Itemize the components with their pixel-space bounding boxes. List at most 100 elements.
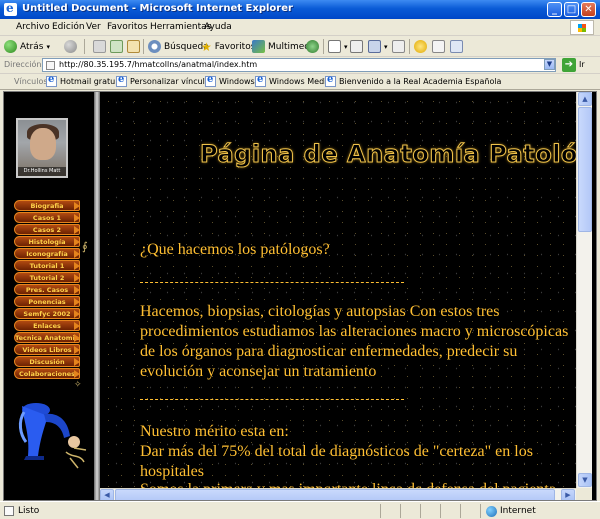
tools-icon bbox=[450, 40, 463, 53]
link-hotmail[interactable]: Hotmail gratuito bbox=[46, 74, 125, 87]
nav-casos-2[interactable]: Casos 2 bbox=[14, 224, 80, 235]
address-bar: Dirección http://80.35.195.7/hmatcollns/… bbox=[0, 57, 600, 74]
ie-page-icon bbox=[255, 74, 266, 87]
dashed-separator bbox=[140, 282, 404, 283]
nav-histologia[interactable]: Histología bbox=[14, 236, 80, 247]
menu-bar: Archivo Edición Ver Favoritos Herramient… bbox=[0, 19, 600, 36]
discuss-icon bbox=[392, 40, 405, 53]
close-button[interactable]: ✕ bbox=[581, 2, 596, 17]
menu-ver[interactable]: Ver bbox=[86, 22, 101, 32]
nav-enlaces[interactable]: Enlaces bbox=[14, 320, 80, 331]
nav-semfyc-2002[interactable]: Semfyc 2002 bbox=[14, 308, 80, 319]
favorites-button[interactable]: ★ Favoritos bbox=[201, 39, 255, 54]
print-button[interactable] bbox=[350, 39, 363, 54]
status-text: Listo bbox=[18, 506, 40, 516]
paragraph-1-line-3: de los órganos para diagnosticar enferme… bbox=[140, 343, 518, 360]
back-button[interactable]: Atrás ▾ bbox=[4, 39, 50, 54]
paragraph-2-line-2: Dar más del 75% del total de diagnóstico… bbox=[140, 443, 533, 460]
history-button[interactable] bbox=[306, 39, 319, 54]
nav-colaboraciones[interactable]: Colaboraciones bbox=[14, 368, 80, 379]
stop-button[interactable] bbox=[93, 39, 106, 54]
star-icon: ★ bbox=[201, 39, 212, 54]
discuss-button[interactable] bbox=[392, 39, 405, 54]
go-label[interactable]: Ir bbox=[579, 60, 585, 69]
edit-icon bbox=[368, 40, 381, 53]
refresh-button[interactable] bbox=[110, 39, 123, 54]
paragraph-1-line-4: evolución y aconsejar un tratamiento bbox=[140, 363, 377, 380]
menu-archivo[interactable]: Archivo bbox=[16, 22, 50, 32]
vertical-scroll-thumb[interactable] bbox=[578, 107, 592, 232]
scroll-left-icon[interactable]: ◀ bbox=[100, 489, 114, 500]
dashed-separator bbox=[140, 399, 404, 400]
nav-iconografia[interactable]: Iconografía bbox=[14, 248, 80, 259]
menu-favoritos[interactable]: Favoritos bbox=[107, 22, 148, 32]
title-bar[interactable]: Untitled Document - Microsoft Internet E… bbox=[0, 0, 600, 19]
forward-button[interactable] bbox=[64, 39, 77, 54]
mail-button[interactable]: ▾ bbox=[328, 39, 348, 54]
nav-tutorial-2[interactable]: Tutorial 2 bbox=[14, 272, 80, 283]
vertical-scrollbar[interactable]: ▲ ▼ bbox=[576, 92, 592, 488]
paragraph-1-line-1: Hacemos, biopsias, citologías y autopsia… bbox=[140, 303, 500, 320]
question-heading: ¿Que hacemos los patólogos? bbox=[140, 241, 330, 258]
tools-button[interactable] bbox=[450, 39, 463, 54]
print-icon bbox=[350, 40, 363, 53]
nav-discusion[interactable]: Discusión bbox=[14, 356, 80, 367]
page-done-icon bbox=[4, 506, 14, 516]
research-button[interactable] bbox=[432, 39, 445, 54]
nav-tutorial-1[interactable]: Tutorial 1 bbox=[14, 260, 80, 271]
nav-pres-casos[interactable]: Pres. Casos bbox=[14, 284, 80, 295]
status-bar: Listo Internet bbox=[0, 501, 600, 519]
search-button[interactable]: Búsqueda bbox=[148, 39, 209, 54]
links-label: Vínculos bbox=[14, 77, 48, 86]
scroll-up-icon[interactable]: ▲ bbox=[578, 92, 592, 106]
menu-herramientas[interactable]: Herramientas bbox=[150, 22, 211, 32]
mail-icon bbox=[328, 40, 341, 53]
link-windows-media[interactable]: Windows Media bbox=[255, 74, 331, 87]
ie-page-icon bbox=[46, 74, 57, 87]
page-title: Página de Anatomía Patológica bbox=[200, 140, 576, 169]
home-button[interactable] bbox=[127, 39, 140, 54]
nav-videos-libros[interactable]: Videos Libros bbox=[14, 344, 80, 355]
link-personalizar[interactable]: Personalizar vínculos bbox=[116, 74, 214, 87]
nav-ponencias[interactable]: Ponencias bbox=[14, 296, 80, 307]
page-icon bbox=[46, 61, 55, 70]
windows-logo-icon bbox=[570, 20, 594, 35]
stop-icon bbox=[93, 40, 106, 53]
address-dropdown-icon[interactable]: ▼ bbox=[544, 59, 555, 70]
messenger-icon bbox=[414, 40, 427, 53]
messenger-button[interactable] bbox=[414, 39, 427, 54]
nav-tecnica-anatomia[interactable]: Tecnica Anatomia bbox=[14, 332, 80, 343]
author-photo[interactable]: Dr.Hollins Matt bbox=[16, 118, 68, 178]
toolbar: Atrás ▾ Búsqueda ★ Favoritos Multimedia … bbox=[0, 36, 600, 57]
address-input[interactable]: http://80.35.195.7/hmatcollns/anatmal/in… bbox=[42, 58, 556, 72]
page-viewport: Dr.Hollins Matt Biografia Casos 1 Casos … bbox=[3, 91, 597, 501]
paragraph-2-line-4: Somos la primera y mas importante linea … bbox=[140, 480, 556, 488]
menu-ayuda[interactable]: Ayuda bbox=[204, 22, 232, 32]
history-icon bbox=[306, 40, 319, 53]
scroll-down-icon[interactable]: ▼ bbox=[578, 473, 592, 487]
links-bar: Vínculos Hotmail gratuito Personalizar v… bbox=[0, 74, 600, 90]
main-content: Página de Anatomía Patológica ¿Que hacem… bbox=[100, 92, 576, 488]
menu-edicion[interactable]: Edición bbox=[52, 22, 85, 32]
forward-arrow-icon bbox=[64, 40, 77, 53]
scrollbar-corner bbox=[576, 488, 592, 500]
research-icon bbox=[432, 40, 445, 53]
flourish-deco-icon: ✧ bbox=[74, 380, 82, 390]
bowing-figure-icon bbox=[18, 403, 87, 469]
horizontal-scroll-thumb[interactable] bbox=[115, 489, 555, 500]
nav-casos-1[interactable]: Casos 1 bbox=[14, 212, 80, 223]
link-windows[interactable]: Windows bbox=[205, 74, 255, 87]
minimize-button[interactable]: _ bbox=[547, 2, 562, 17]
maximize-button[interactable]: □ bbox=[564, 2, 579, 17]
scroll-right-icon[interactable]: ▶ bbox=[561, 489, 575, 500]
address-label: Dirección bbox=[4, 60, 42, 69]
paragraph-2-line-3: hospitales bbox=[140, 463, 204, 480]
horizontal-scrollbar[interactable]: ◀ ▶ bbox=[100, 488, 576, 500]
ie-page-icon bbox=[116, 74, 127, 87]
link-rae[interactable]: Bienvenido a la Real Academia Española bbox=[325, 74, 501, 87]
nav-biografia[interactable]: Biografia bbox=[14, 200, 80, 211]
go-button[interactable]: ➔ bbox=[562, 58, 576, 72]
ie-page-icon bbox=[325, 74, 336, 87]
edit-button[interactable]: ▾ bbox=[368, 39, 388, 54]
left-frame: Dr.Hollins Matt Biografia Casos 1 Casos … bbox=[4, 92, 94, 500]
